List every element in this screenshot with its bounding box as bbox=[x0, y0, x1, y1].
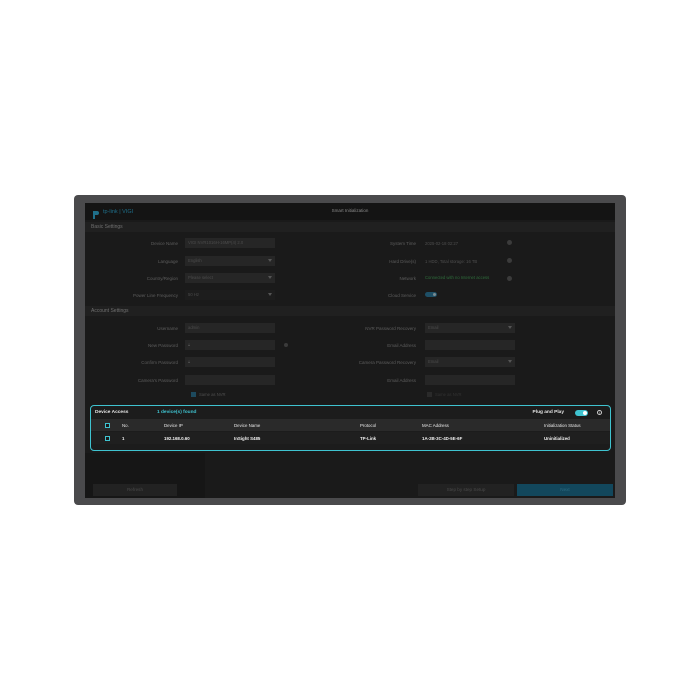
power-frequency-label: Power Line Frequency bbox=[132, 293, 178, 298]
camera-password-input[interactable] bbox=[185, 375, 275, 385]
network-info-icon[interactable] bbox=[507, 276, 512, 281]
confirm-password-label: Confirm Password bbox=[141, 360, 178, 365]
lock-icon: 🔒︎ bbox=[188, 359, 191, 364]
device-access-panel: Device Access 1 device(s) found Plug and… bbox=[90, 405, 611, 451]
same-as-nvr-camera-checkbox[interactable] bbox=[427, 392, 432, 397]
next-button[interactable]: Next bbox=[517, 484, 613, 496]
camera-recovery-select[interactable]: Email bbox=[425, 357, 515, 367]
row-checkbox[interactable] bbox=[105, 436, 110, 441]
cell-device-name: InSight S485 bbox=[234, 436, 261, 441]
language-value: English bbox=[188, 258, 202, 263]
basic-settings-header: Basic Settings bbox=[85, 222, 615, 232]
network-label: Network bbox=[399, 276, 416, 281]
step-by-step-setup-button[interactable]: Step by step Setup bbox=[418, 484, 514, 496]
network-status: Connected with no Internet access bbox=[425, 275, 490, 280]
column-header-device-name[interactable]: Device Name bbox=[234, 423, 260, 428]
username-label: Username bbox=[157, 326, 178, 331]
select-all-checkbox[interactable] bbox=[105, 423, 110, 428]
confirm-password-input[interactable]: 🔒︎ bbox=[185, 357, 275, 367]
camera-password-label: Camera's Password bbox=[137, 378, 178, 383]
cell-mac-address: 1A-2B-3C-4D-5E-6F bbox=[422, 436, 463, 441]
window-title: Smart Initialization bbox=[331, 208, 369, 213]
column-header-mac-address[interactable]: MAC Address bbox=[422, 423, 449, 428]
camera-email-label: Email Address bbox=[387, 378, 416, 383]
cloud-service-label: Cloud Service bbox=[387, 293, 416, 298]
chevron-down-icon bbox=[508, 326, 512, 329]
language-select[interactable]: English bbox=[185, 256, 275, 266]
footer-area: Refresh Step by step Setup Next bbox=[85, 453, 615, 498]
refresh-button[interactable]: Refresh bbox=[93, 484, 177, 496]
power-frequency-value: 50 Hz bbox=[188, 292, 199, 297]
cell-initialization-status: Uninitialized bbox=[544, 436, 570, 441]
plug-and-play-toggle[interactable] bbox=[575, 410, 588, 416]
system-time-value: 2025-02-18 02:27 bbox=[425, 241, 459, 246]
nvr-recovery-label: NVR Password Recovery bbox=[365, 326, 416, 331]
hard-drive-info-icon[interactable] bbox=[507, 258, 512, 263]
cell-protocol: TP-Link bbox=[360, 436, 377, 441]
column-header-device-ip[interactable]: Device IP bbox=[164, 423, 183, 428]
camera-recovery-value: Email bbox=[428, 359, 439, 364]
camera-recovery-label: Camera Password Recovery bbox=[358, 360, 416, 365]
new-password-label: New Password bbox=[147, 343, 178, 348]
device-name-label: Device Name bbox=[150, 241, 178, 246]
same-as-nvr-checkbox[interactable] bbox=[191, 392, 196, 397]
device-table-header: No. Device IP Device Name Protocol MAC A… bbox=[91, 419, 610, 431]
hard-drive-value: 1 HDD, Total storage: 16 TB bbox=[425, 259, 478, 264]
plug-and-play-label: Plug and Play bbox=[532, 410, 564, 415]
chevron-down-icon bbox=[508, 360, 512, 363]
app-window: tp-link | VIGI Smart Initialization Basi… bbox=[85, 203, 615, 498]
title-bar: tp-link | VIGI Smart Initialization bbox=[85, 203, 615, 220]
table-row[interactable]: 1 192.168.0.60 InSight S485 TP-Link 1A-2… bbox=[91, 432, 610, 444]
cell-no: 1 bbox=[122, 436, 125, 441]
column-header-no[interactable]: No. bbox=[122, 423, 129, 428]
email-address-label: Email Address bbox=[387, 343, 416, 348]
chevron-down-icon bbox=[268, 293, 272, 296]
column-header-initialization-status[interactable]: Initialization Status bbox=[544, 423, 581, 428]
language-label: Language bbox=[157, 259, 178, 264]
device-access-header: Device Access 1 device(s) found Plug and… bbox=[91, 406, 610, 418]
devices-found-count: 1 device(s) found bbox=[157, 410, 197, 415]
cloud-service-toggle[interactable] bbox=[425, 292, 437, 297]
new-password-input[interactable]: 🔒︎ bbox=[185, 340, 275, 350]
account-settings-header: Account Settings bbox=[85, 306, 615, 316]
email-address-input[interactable] bbox=[425, 340, 515, 350]
lock-icon: 🔒︎ bbox=[188, 342, 191, 347]
same-as-nvr-camera-label: Same as NVR bbox=[435, 392, 462, 397]
info-icon[interactable]: i bbox=[597, 410, 602, 415]
password-hint-icon[interactable] bbox=[284, 343, 288, 347]
country-select[interactable]: Please select bbox=[185, 273, 275, 283]
username-input[interactable]: admin bbox=[185, 323, 275, 333]
power-frequency-select[interactable]: 50 Hz bbox=[185, 290, 275, 300]
chevron-down-icon bbox=[268, 276, 272, 279]
chevron-down-icon bbox=[268, 259, 272, 262]
system-time-label: System Time bbox=[389, 241, 416, 246]
same-as-nvr-label: Same as NVR bbox=[199, 392, 226, 397]
hard-drive-label: Hard Drive(s) bbox=[389, 259, 416, 264]
camera-email-input[interactable] bbox=[425, 375, 515, 385]
nvr-recovery-select[interactable]: Email bbox=[425, 323, 515, 333]
system-time-info-icon[interactable] bbox=[507, 240, 512, 245]
country-value: Please select bbox=[188, 275, 213, 280]
device-access-title: Device Access bbox=[95, 410, 129, 415]
nvr-recovery-value: Email bbox=[428, 325, 439, 330]
country-label: Country/Region bbox=[146, 276, 178, 281]
column-header-protocol[interactable]: Protocol bbox=[360, 423, 376, 428]
cell-device-ip: 192.168.0.60 bbox=[164, 436, 190, 441]
device-name-input[interactable]: VIGI NVR1016H-16MP(4) 2.0 bbox=[185, 238, 275, 248]
